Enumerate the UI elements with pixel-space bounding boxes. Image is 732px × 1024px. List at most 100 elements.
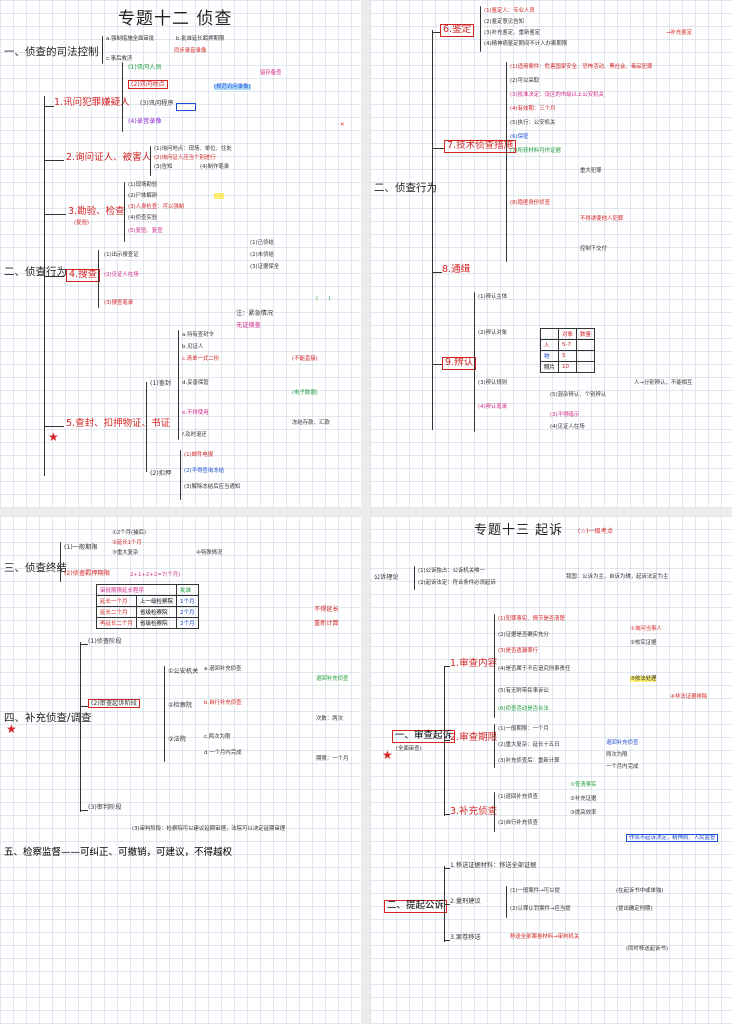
technical-item-6: (6)保密	[510, 134, 529, 140]
seizure-item-2: b.见证人	[182, 344, 204, 350]
search-note-1: 注：紧急情况	[236, 310, 274, 317]
rsupp-tail: 作出不起诉决定，精神病、人民监督	[626, 834, 719, 843]
seizure-note-1: (不能直接)	[292, 356, 318, 362]
intro-item-1: (1)公诉独占：公诉机关唯一	[418, 568, 485, 574]
branch-search: 4.搜查	[66, 269, 101, 282]
interrogation-item-2: (2)讯问地点	[128, 80, 168, 90]
branch-inspection: 3.勘验、检查	[68, 206, 125, 217]
table-tail-1: 不得延长	[314, 606, 339, 613]
supplement-detail-2: b.自行补充侦查	[204, 700, 242, 706]
search-green-2	[318, 310, 328, 316]
rsupp-note-2: ②补充证据	[570, 796, 597, 802]
appraisal-note: →补充鉴定	[666, 30, 693, 36]
note-sheet-prosecution: 专题十三 起诉 (☆)一级考点 公诉理论 (1)公诉独占：公诉机关唯一 (2)起…	[370, 516, 732, 1024]
deadline-item-1: (1)一般期限：一个月	[498, 726, 549, 732]
inspection-scribble	[214, 193, 354, 199]
deadline-table: 审批期限延长程序 批准 延长一个月 上一级检察院 1个月 延长二个月 省级检察院 2个月 …	[95, 584, 199, 629]
sentencing-note-2: (提出确定刑期)	[616, 906, 653, 912]
section-supervision: 五、检察监督——可纠正、可撤销，可建议，不得越权	[4, 847, 233, 858]
appraisal-item-3: (3)补充鉴定、重新鉴定	[484, 30, 541, 36]
branch-identification: 9.辨认	[442, 357, 477, 370]
cross-mark: ✕	[340, 122, 345, 128]
review-item-6: (6)侦查活动是否合法	[498, 706, 549, 712]
search-green-1: ( )	[316, 296, 331, 302]
end-note-3: ③重大复杂	[112, 550, 139, 556]
supplement-sub-1: ①公安机关	[168, 668, 199, 675]
search-item-2: (2)见证人在场	[104, 272, 139, 278]
search-item-1: (1)出示搜查证	[104, 252, 139, 258]
branch-review-deadline: 2.审查期限	[450, 732, 498, 743]
ident-bottom-1: (3)不得暗示	[550, 412, 580, 418]
ident-table: 对象 数量 人 5-7 物5 照片 10	[539, 328, 596, 373]
seizure-item-6: f.及时退还	[182, 432, 207, 438]
search-note-2: 无证搜查	[236, 322, 261, 329]
end-item-2: (2)侦查羁押期限	[64, 570, 110, 577]
note-sheet-investigation-1: 专题十二 侦查 一、侦查的司法控制 a.强制措施全面审批 b.批准延长羁押期限 …	[0, 0, 361, 508]
rsupp-item-1: (1)退回补充侦查	[498, 794, 538, 800]
end-note-4: ④特殊情况	[196, 550, 223, 556]
spine-line	[44, 96, 45, 476]
star-icon: ★	[6, 722, 17, 736]
supplement-sub-2: ②检察院	[168, 702, 193, 709]
deadline-item-3: (3)补充侦查后：重新计算	[498, 758, 560, 764]
supplement-a: (1)侦查阶段	[88, 638, 122, 645]
review-item-5: (5)有无附带民事诉讼	[498, 688, 549, 694]
supplement-detail-1: a.退回补充侦查	[204, 666, 242, 672]
supplement-sub-3: ③法院	[168, 736, 186, 743]
ident-item-4: (4)辨认笔录	[478, 404, 508, 410]
star-icon: ★	[48, 430, 59, 444]
seizure-tail-3: (3)解除冻结后应当通知	[184, 484, 241, 490]
search-side-3: (3)证据保全	[250, 264, 280, 270]
review-note-1: ①询问当事人	[630, 626, 662, 632]
inspection-item-1: (1)现场勘验	[128, 182, 158, 188]
rsupp-note-1: ①查清事实	[570, 782, 597, 788]
technical-item-7: (7)所获材料可作证据	[510, 148, 561, 154]
technical-item-5: (5)执行：公安机关	[510, 120, 556, 126]
seizure-item-5: e.不得使用	[182, 410, 209, 416]
technical-item-8: (8)隐匿身份侦查	[510, 200, 550, 206]
supplement-b: (2)审查起诉阶段	[88, 699, 140, 709]
note-sheet-investigation-3: 三、侦查终结 (1)一般期限 (2)侦查羁押期限 ①2个月(捕后) ②延长1个月…	[0, 516, 361, 1024]
seizure-item-1: a.持有查封令	[182, 332, 214, 338]
witness-item-4: (4)制作笔录	[200, 164, 230, 170]
seizure-sub-b: (2)扣押	[150, 470, 172, 477]
title-note: (☆)一级考点	[578, 528, 614, 535]
intro-label: 公诉理论	[374, 574, 399, 581]
star-icon: ★	[382, 748, 393, 762]
sheet-title: 专题十二 侦查	[118, 9, 233, 29]
technical-item-4: (4)有效期：三个月	[510, 106, 556, 112]
judicial-item-3: c.事后救济	[106, 56, 133, 62]
technical-note-1: 重大犯罪	[580, 168, 602, 174]
witness-item-3: (3)告知	[154, 164, 173, 170]
branch-seizure: 5.查封、扣押物证、书证	[66, 418, 171, 429]
review-sub: (全面审查)	[396, 746, 422, 752]
seizure-sub-a: (1)查封	[150, 380, 172, 387]
note-sheet-investigation-2: 6.鉴定 (1)鉴定人：专业人员 (2)鉴定意见告知 (3)补充鉴定、重新鉴定 …	[370, 0, 732, 508]
inspection-sub: (复验)	[74, 220, 89, 226]
ident-item-2: (2)辨认对象	[478, 330, 508, 336]
supplement-bottom: (3)审判阶段：检察院可以建议延期审理，法院可以决定延期审理	[132, 826, 286, 832]
seizure-note-3: 冻结存款、汇款	[292, 420, 330, 426]
technical-note-3: 控制下交付	[580, 246, 607, 252]
search-side-2: (2)未侦结	[250, 252, 274, 258]
branch-review-supplement: 3.补充侦查	[450, 806, 498, 817]
sentencing-1: (1)一般案件→可以提	[510, 888, 560, 894]
supplement-detail-4: d.一个月内完成	[204, 750, 242, 756]
interrogation-note-2: (规范讯问录像)	[214, 84, 251, 91]
interrogation-item-1: (1)讯问人员	[128, 64, 162, 71]
inspection-item-3: (3)人身检查：可以强制	[128, 204, 185, 210]
branch-review-content: 1.审查内容	[450, 658, 498, 669]
section-investigation-acts-cont: 二、侦查行为	[374, 182, 437, 194]
rsupp-note-3: ③提高效率	[570, 810, 597, 816]
deadline-item-2: (2)重大复杂：延长十五日	[498, 742, 560, 748]
review-item-4: (4)是否属于不应追究刑事责任	[498, 666, 571, 672]
ident-bottom-2: (4)见证人在场	[550, 424, 585, 430]
intro-item-2: (2)起诉法定：符合条件必须起诉	[418, 580, 496, 586]
deadline-note-2: 两次为限	[606, 752, 628, 758]
supplement-note-3: 期限：一个月	[316, 756, 349, 762]
section-judicial-control: 一、侦查的司法控制	[4, 46, 99, 58]
interrogation-note-3: 留存备查	[260, 70, 282, 76]
witness-item-2: (2)询问证人应当个别进行	[154, 155, 216, 161]
search-side-1: (1)已侦结	[250, 240, 274, 246]
section-supplement: 四、补充侦查/调查	[4, 712, 92, 724]
